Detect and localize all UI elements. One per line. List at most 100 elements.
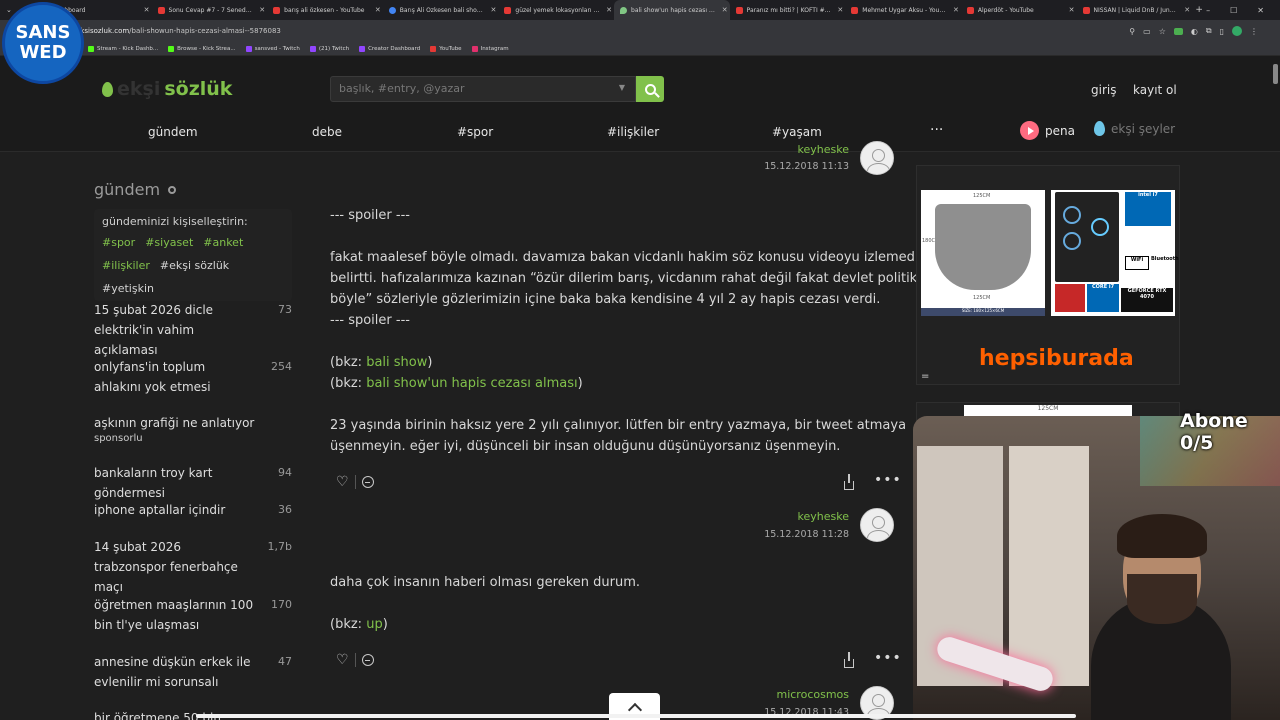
extension-green-icon[interactable] (1173, 27, 1183, 35)
close-tab-icon[interactable]: ✕ (488, 6, 498, 14)
topic-item[interactable]: annesine düşkün erkek ile evlenilir mi s… (94, 652, 298, 692)
maximize-icon[interactable]: ☐ (1230, 6, 1237, 15)
bookmark-item[interactable]: Creator Dashboard (359, 45, 420, 52)
zoom-icon[interactable]: ⚲ (1129, 27, 1135, 36)
sidebar-icon[interactable]: ▯ (1220, 27, 1224, 36)
horizontal-scrollbar[interactable] (196, 714, 1076, 718)
share-icon[interactable] (844, 474, 854, 490)
topic-item[interactable]: bankaların troy kart göndermesi 94 (94, 463, 298, 503)
play-icon (1020, 121, 1039, 140)
heart-icon[interactable]: ♡ (336, 474, 349, 490)
bkz-link[interactable]: bali show (366, 355, 427, 370)
cast-icon[interactable]: ▭ (1143, 27, 1151, 36)
mattress-ad-image[interactable]: 125CM 180CM 125CM SIZE: 180×125×6CM (921, 190, 1045, 316)
bookmark-item[interactable]: Browse - Kick Strea... (168, 45, 236, 52)
nav-debe[interactable]: debe (312, 125, 342, 139)
search-button[interactable] (636, 76, 664, 102)
vertical-scrollbar[interactable] (1273, 64, 1278, 84)
tag-spor[interactable]: #spor (102, 236, 135, 249)
tag-yetiskin[interactable]: #yetişkin (102, 282, 154, 295)
bookmarks-bar: Stream - Kick Dashb... Browse - Kick Str… (0, 42, 1280, 56)
nav-iliskiler[interactable]: #ilişkiler (607, 125, 659, 139)
gear-icon[interactable] (168, 185, 177, 194)
close-tab-icon[interactable]: ✕ (1182, 6, 1192, 14)
topic-item[interactable]: iphone aptallar içindir 36 (94, 500, 298, 520)
browser-tab[interactable]: Mehmet Uygar Aksu - YouTub ✕ (845, 0, 961, 20)
ad-menu-icon[interactable]: = (921, 371, 929, 382)
close-tab-icon[interactable]: ✕ (142, 6, 152, 14)
pc-ad-image[interactable]: intel i7 WiFi Bluetooth CORE i7 GEFORCE … (1051, 190, 1179, 316)
bookmark-item[interactable]: (21) Twitch (309, 45, 349, 52)
search-dropdown-icon[interactable]: ▼ (619, 83, 625, 92)
nav-spor[interactable]: #spor (457, 125, 493, 139)
more-options-icon[interactable]: ••• (874, 472, 902, 488)
pena-link[interactable]: pena (1020, 121, 1075, 140)
entry-author[interactable]: microcosmos (760, 688, 849, 701)
tab-search-icon[interactable]: ⌄ (6, 6, 12, 14)
entry-author[interactable]: keyheske (770, 143, 849, 156)
browser-tab[interactable]: Alperdöt - YouTube ✕ (961, 0, 1077, 20)
browser-tab[interactable]: güzel yemek lokasyonları - Yo ✕ (498, 0, 614, 20)
bookmark-star-icon[interactable]: ☆ (1159, 27, 1166, 36)
tag-siyaset[interactable]: #siyaset (145, 236, 193, 249)
extensions-puzzle-icon[interactable]: ⧉ (1206, 26, 1212, 36)
bkz-link[interactable]: up (366, 617, 383, 632)
entry-author[interactable]: keyheske (770, 510, 849, 523)
close-tab-icon[interactable]: ✕ (720, 6, 730, 14)
hepsiburada-logo[interactable]: hepsiburada (979, 346, 1134, 371)
topic-item[interactable]: onlyfans'in toplum ahlakını yok etmesi 25… (94, 357, 298, 397)
browser-tab[interactable]: Paranız mı bitti? | KOFTI #01 ✕ (730, 0, 846, 20)
browser-tab[interactable]: Barış Ali Özkesen bali show - ✕ (383, 0, 499, 20)
downvote-icon[interactable] (361, 654, 374, 666)
author-avatar[interactable] (860, 508, 894, 542)
menu-kebab-icon[interactable]: ⋮ (1250, 27, 1258, 36)
bookmark-item[interactable]: sansved - Twitch (245, 45, 300, 52)
nav-more-button[interactable]: ··· (930, 122, 943, 138)
bookmark-item[interactable]: Stream - Kick Dashb... (88, 45, 158, 52)
url-text[interactable]: eksisozluk.com/bali-showun-hapis-cezasi-… (76, 27, 281, 35)
login-link[interactable]: giriş (1091, 83, 1116, 97)
extension-icon[interactable]: ◐ (1191, 27, 1198, 36)
eksi-seyler-link[interactable]: ekşi şeyler (1094, 121, 1175, 136)
more-options-icon[interactable]: ••• (874, 650, 902, 666)
browser-tab[interactable]: NISSAN | Liquid DnB / Jungle ✕ (1077, 0, 1193, 20)
close-tab-icon[interactable]: ✕ (257, 6, 267, 14)
bkz-link[interactable]: bali show'un hapis cezası alması (366, 376, 577, 391)
author-avatar[interactable] (860, 141, 894, 175)
topic-item[interactable]: 15 şubat 2026 dicle elektrik'in vahim aç… (94, 300, 298, 360)
browser-tab[interactable]: Sonu Cevap #7 - 7 Senedir Ne ✕ (152, 0, 268, 20)
bookmark-item[interactable]: Instagram (471, 45, 509, 52)
profile-avatar[interactable] (1232, 26, 1242, 36)
topic-item[interactable]: öğretmen maaşlarının 100 bin tl'ye ulaşm… (94, 595, 298, 635)
tag-anket[interactable]: #anket (203, 236, 243, 249)
close-tab-icon[interactable]: ✕ (604, 6, 614, 14)
heart-icon[interactable]: ♡ (336, 652, 349, 668)
search-input[interactable]: başlık, #entry, @yazar ▼ (330, 76, 636, 102)
bookmark-item[interactable]: YouTube (430, 45, 462, 52)
tag-iliskiler[interactable]: #ilişkiler (102, 259, 150, 272)
browser-tab-active[interactable]: bali show'un hapis cezası alm ✕ (614, 0, 730, 20)
close-tab-icon[interactable]: ✕ (1067, 6, 1077, 14)
close-tab-icon[interactable]: ✕ (951, 6, 961, 14)
address-bar[interactable]: eksisozluk.com/bali-showun-hapis-cezasi-… (0, 20, 1280, 42)
kick-icon (168, 45, 175, 52)
topic-item[interactable]: 14 şubat 2026 trabzonspor fenerbahçe maç… (94, 537, 298, 597)
close-window-icon[interactable]: ✕ (1257, 6, 1264, 15)
site-logo[interactable]: ekşi sözlük (102, 78, 232, 100)
topic-item[interactable]: aşkının grafiği ne anlatıyor sponsorlu (94, 413, 298, 445)
browser-tab[interactable]: barış ali özkesen - YouTube ✕ (267, 0, 383, 20)
bkz-prefix: (bkz: (330, 617, 367, 632)
share-icon[interactable] (844, 652, 854, 668)
close-tab-icon[interactable]: ✕ (835, 6, 845, 14)
ad-banner[interactable]: 125CM 180CM 125CM SIZE: 180×125×6CM inte… (916, 165, 1180, 385)
close-tab-icon[interactable]: ✕ (373, 6, 383, 14)
nav-yasam[interactable]: #yaşam (772, 125, 822, 139)
entry-date[interactable]: 15.12.2018 11:28 (760, 529, 849, 540)
minimize-icon[interactable]: – (1206, 6, 1210, 15)
tag-eksi-sozluk[interactable]: #ekşi sözlük (160, 259, 229, 272)
new-tab-icon[interactable]: + (1192, 5, 1206, 15)
entry-date[interactable]: 15.12.2018 11:13 (760, 161, 849, 172)
nav-gundem[interactable]: gündem (148, 125, 198, 139)
register-link[interactable]: kayıt ol (1133, 83, 1177, 97)
downvote-icon[interactable] (361, 476, 374, 488)
